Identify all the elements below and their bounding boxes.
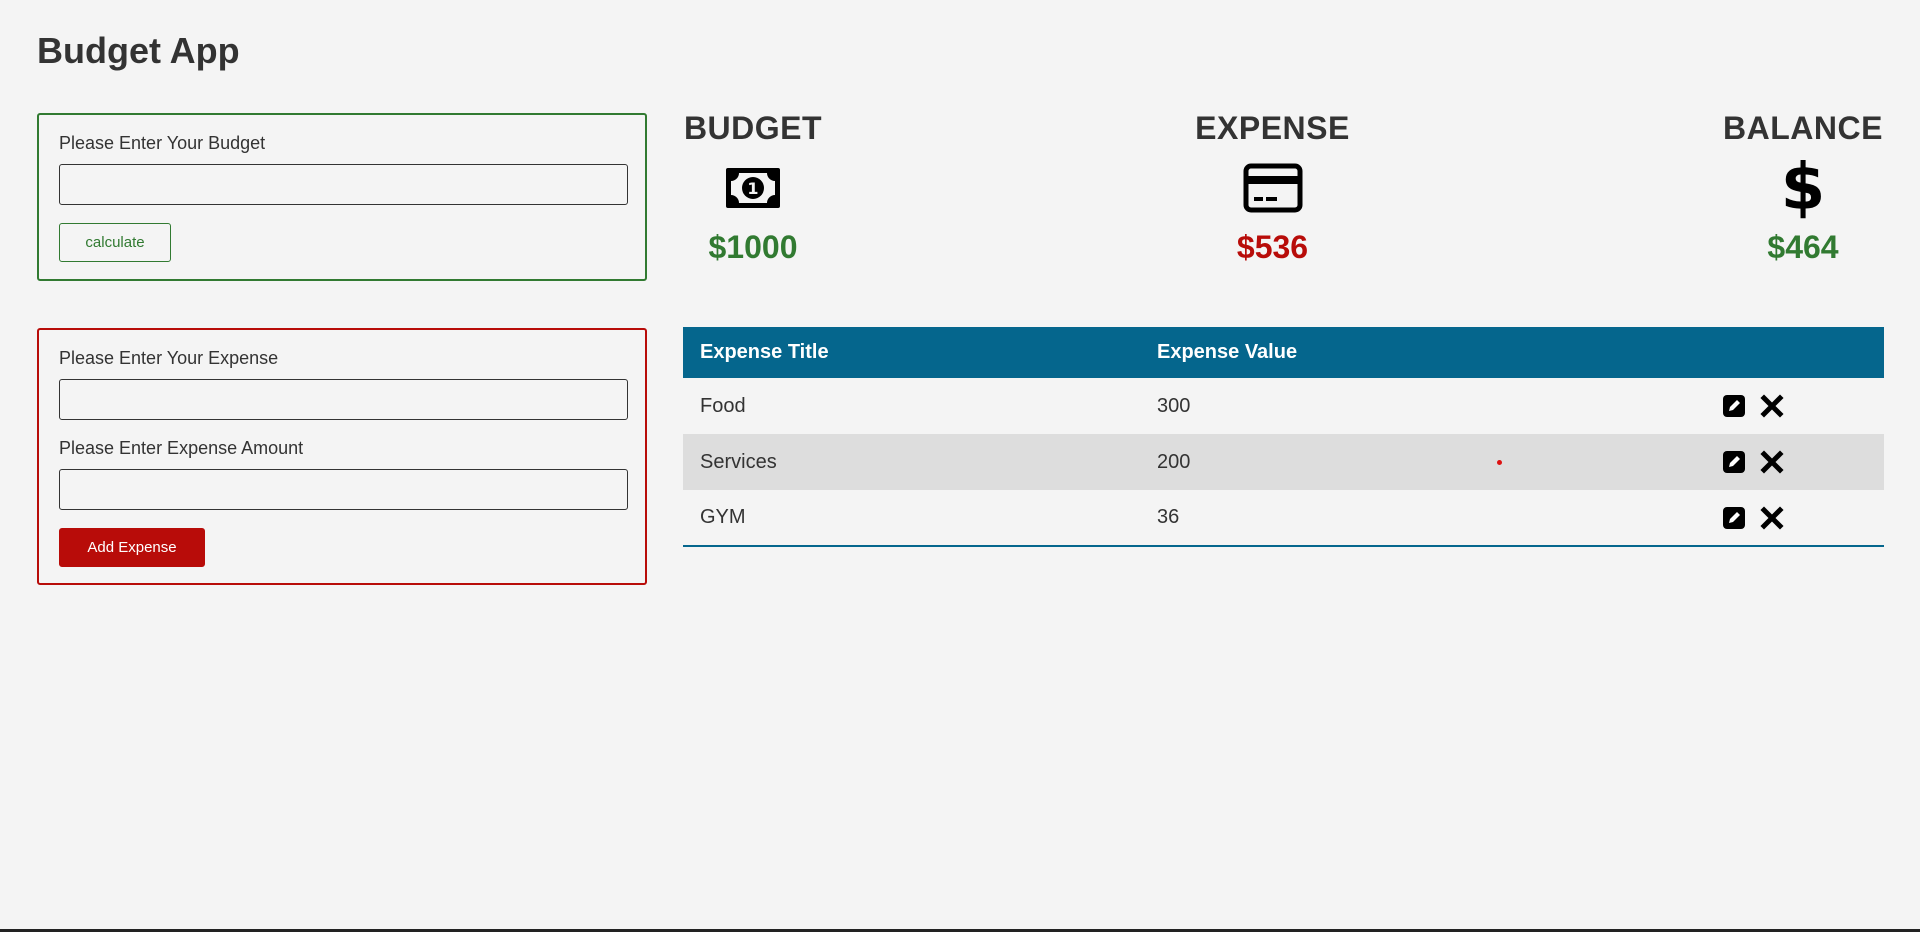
budget-input[interactable] xyxy=(59,164,628,205)
header-actions xyxy=(1705,327,1884,378)
balance-heading: BALANCE xyxy=(1723,110,1883,146)
balance-summary: BALANCE $ $464 xyxy=(1722,110,1884,266)
expense-heading: EXPENSE xyxy=(1195,110,1350,146)
dollar-sign-icon: $ xyxy=(1780,151,1826,225)
row-actions xyxy=(1705,490,1884,546)
calculate-button[interactable]: calculate xyxy=(59,223,171,262)
delete-icon[interactable] xyxy=(1760,450,1784,474)
table-row: GYM 36 xyxy=(683,490,1884,546)
delete-icon[interactable] xyxy=(1760,505,1784,530)
row-value: 300 xyxy=(1157,394,1191,417)
expense-table: Expense Title Expense Value Food 300 Ser… xyxy=(683,327,1884,547)
edit-icon[interactable] xyxy=(1722,394,1746,418)
expense-form: Please Enter Your Expense Please Enter E… xyxy=(37,328,647,585)
edit-icon[interactable] xyxy=(1722,506,1746,530)
row-title: GYM xyxy=(700,506,746,528)
delete-icon[interactable] xyxy=(1760,394,1784,418)
balance-amount: $464 xyxy=(1767,229,1839,265)
row-value: 200 xyxy=(1157,450,1191,473)
budget-form: Please Enter Your Budget calculate xyxy=(37,113,647,281)
money-bill-icon: 1 xyxy=(683,153,823,223)
add-expense-button[interactable]: Add Expense xyxy=(59,528,205,567)
header-expense-value: Expense Value xyxy=(1157,341,1298,363)
row-value: 36 xyxy=(1157,506,1180,528)
edit-icon[interactable] xyxy=(1722,450,1746,474)
header-expense-title: Expense Title xyxy=(700,341,829,363)
table-row: Food 300 xyxy=(683,378,1884,434)
budget-heading: BUDGET xyxy=(683,110,823,146)
budget-amount: $1000 xyxy=(708,229,798,265)
expense-title-input[interactable] xyxy=(59,379,628,420)
expense-amount-input[interactable] xyxy=(59,469,628,510)
table-header-row: Expense Title Expense Value xyxy=(683,327,1884,378)
expense-title-label: Please Enter Your Expense xyxy=(59,348,279,368)
app-title: Budget App xyxy=(37,30,240,71)
budget-summary: BUDGET 1 $1000 xyxy=(683,110,823,266)
svg-text:1: 1 xyxy=(747,179,758,198)
row-actions xyxy=(1705,434,1884,490)
budget-input-label: Please Enter Your Budget xyxy=(59,133,266,153)
expense-amount: $536 xyxy=(1236,229,1309,265)
credit-card-icon xyxy=(1190,153,1355,223)
row-title: Services xyxy=(700,450,777,473)
row-actions xyxy=(1705,378,1884,434)
row-title: Food xyxy=(700,394,746,417)
expense-summary: EXPENSE $536 xyxy=(1190,110,1355,266)
expense-amount-label: Please Enter Expense Amount xyxy=(59,438,304,458)
table-row: Services 200 xyxy=(683,434,1884,490)
cursor-dot xyxy=(1497,460,1502,465)
